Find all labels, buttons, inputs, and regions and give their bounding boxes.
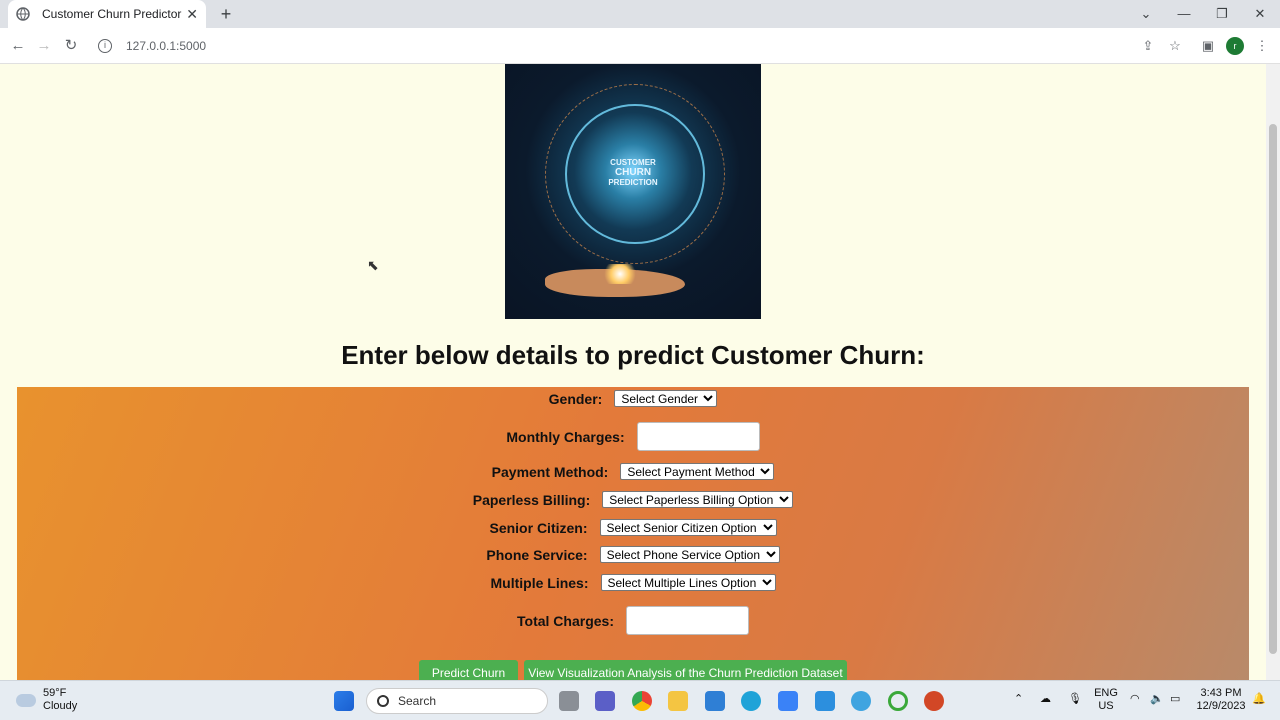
- mouse-cursor: ⬉: [367, 257, 379, 273]
- weather-temp: 59°F: [43, 687, 67, 699]
- wifi-icon[interactable]: ◠: [1130, 693, 1140, 706]
- new-tab-button[interactable]: +: [216, 4, 236, 24]
- churn-form: Gender: Select Gender Monthly Charges: P…: [17, 387, 1249, 680]
- senior-citizen-row: Senior Citizen: Select Senior Citizen Op…: [17, 519, 1249, 536]
- weather-widget[interactable]: 59°F Cloudy: [16, 687, 77, 713]
- cloud-icon: [16, 693, 36, 707]
- monthly-charges-input[interactable]: [636, 422, 760, 451]
- hero-text-line3: PREDICTION: [608, 178, 658, 187]
- view-visualization-button[interactable]: View Visualization Analysis of the Churn…: [524, 660, 847, 680]
- payment-method-select[interactable]: Select Payment Method: [620, 463, 775, 480]
- onedrive-icon[interactable]: ☁: [1040, 693, 1051, 706]
- weather-desc: Cloudy: [43, 700, 78, 712]
- hero-glow: [600, 264, 640, 284]
- phone-service-select[interactable]: Select Phone Service Option: [599, 546, 780, 563]
- payment-method-label: Payment Method:: [491, 463, 609, 480]
- page-heading: Enter below details to predict Customer …: [341, 340, 925, 370]
- vscode-icon[interactable]: [705, 691, 725, 711]
- gender-select[interactable]: Select Gender: [614, 390, 718, 407]
- hero-text-line2: CHURN: [614, 167, 652, 178]
- site-info-icon[interactable]: i: [98, 39, 112, 53]
- total-charges-label: Total Charges:: [517, 612, 614, 629]
- teams-chat-icon[interactable]: [595, 691, 615, 711]
- clock[interactable]: 3:43 PM 12/9/2023: [1196, 687, 1246, 713]
- chrome-icon[interactable]: [632, 691, 652, 711]
- paperless-billing-select[interactable]: Select Paperless Billing Option: [602, 491, 794, 508]
- browser-tab-bar: Customer Churn Predictor ✕ + ⌄ — ❐ ✕: [0, 0, 1280, 28]
- hero-image: CUSTOMER CHURN PREDICTION: [505, 64, 761, 319]
- tab-search-icon[interactable]: ⌄: [1134, 4, 1158, 24]
- monthly-charges-row: Monthly Charges:: [17, 422, 1249, 451]
- tray-chevron-icon[interactable]: ⌃: [1014, 693, 1023, 706]
- minimize-icon[interactable]: —: [1172, 4, 1196, 24]
- profile-avatar[interactable]: r: [1226, 37, 1244, 55]
- browser-toolbar: ← → ↻ i 127.0.0.1:5000 ⇪ ☆ ▣ r ⋮: [0, 28, 1280, 64]
- globe-icon: [16, 7, 30, 21]
- store-icon[interactable]: [778, 691, 798, 711]
- page-scrollbar[interactable]: [1266, 64, 1280, 680]
- multiple-lines-row: Multiple Lines: Select Multiple Lines Op…: [17, 574, 1249, 591]
- mysql-icon[interactable]: [815, 691, 835, 711]
- gender-label: Gender:: [548, 390, 603, 407]
- predict-churn-button[interactable]: Predict Churn: [419, 660, 518, 680]
- maximize-icon[interactable]: ❐: [1210, 4, 1234, 24]
- clock-date: 12/9/2023: [1196, 700, 1246, 712]
- back-icon[interactable]: ←: [8, 36, 28, 56]
- microphone-icon[interactable]: 🎙: [1068, 693, 1082, 706]
- multiple-lines-label: Multiple Lines:: [490, 574, 589, 591]
- taskbar-search[interactable]: Search: [366, 688, 548, 714]
- volume-icon[interactable]: 🔈: [1150, 693, 1164, 706]
- payment-method-row: Payment Method: Select Payment Method: [17, 463, 1249, 480]
- url-text[interactable]: 127.0.0.1:5000: [126, 39, 206, 53]
- hero-text: CUSTOMER CHURN PREDICTION: [505, 158, 761, 188]
- clock-time: 3:43 PM: [1200, 687, 1242, 699]
- phone-service-row: Phone Service: Select Phone Service Opti…: [17, 546, 1249, 563]
- scrollbar-thumb[interactable]: [1269, 124, 1277, 654]
- edge-icon[interactable]: [741, 691, 761, 711]
- address-bar[interactable]: i 127.0.0.1:5000: [90, 32, 1190, 60]
- tab-close-icon[interactable]: ✕: [186, 6, 198, 23]
- senior-citizen-label: Senior Citizen:: [489, 519, 588, 536]
- windows-taskbar: 59°F Cloudy Search ⌃ ☁ 🎙 ENG US ◠ 🔈 ▭ 3:…: [0, 680, 1280, 720]
- monthly-charges-label: Monthly Charges:: [506, 428, 625, 445]
- search-icon: [377, 695, 389, 707]
- menu-kebab-icon[interactable]: ⋮: [1253, 37, 1271, 55]
- lang-line1: ENG: [1094, 687, 1118, 699]
- lang-line2: US: [1098, 700, 1114, 712]
- search-label: Search: [398, 694, 437, 708]
- powerpoint-icon[interactable]: [924, 691, 944, 711]
- share-icon[interactable]: ⇪: [1139, 37, 1157, 55]
- senior-citizen-select[interactable]: Select Senior Citizen Option: [599, 519, 777, 536]
- bookmark-star-icon[interactable]: ☆: [1166, 37, 1184, 55]
- phone-service-label: Phone Service:: [486, 546, 588, 563]
- language-indicator[interactable]: ENG US: [1094, 687, 1118, 713]
- task-view-icon[interactable]: [559, 691, 579, 711]
- total-charges-row: Total Charges:: [17, 606, 1249, 635]
- windows-start-icon[interactable]: [334, 691, 354, 711]
- battery-icon[interactable]: ▭: [1170, 693, 1180, 706]
- paperless-billing-label: Paperless Billing:: [472, 491, 591, 508]
- total-charges-input[interactable]: [625, 606, 749, 635]
- paperless-billing-row: Paperless Billing: Select Paperless Bill…: [17, 491, 1249, 508]
- gender-row: Gender: Select Gender: [17, 390, 1249, 407]
- multiple-lines-select[interactable]: Select Multiple Lines Option: [600, 574, 776, 591]
- file-explorer-icon[interactable]: [668, 691, 688, 711]
- page-content: CUSTOMER CHURN PREDICTION ⬉ Enter below …: [0, 64, 1266, 680]
- reload-icon[interactable]: ↻: [61, 36, 81, 56]
- loading-app-icon[interactable]: [888, 691, 908, 711]
- notification-bell-icon[interactable]: 🔔: [1252, 693, 1266, 706]
- browser-tab[interactable]: Customer Churn Predictor ✕: [8, 0, 206, 28]
- close-window-icon[interactable]: ✕: [1248, 4, 1272, 24]
- tab-title: Customer Churn Predictor: [42, 7, 182, 21]
- app-icon[interactable]: [851, 691, 871, 711]
- forward-icon[interactable]: →: [34, 36, 54, 56]
- side-panel-icon[interactable]: ▣: [1199, 37, 1217, 55]
